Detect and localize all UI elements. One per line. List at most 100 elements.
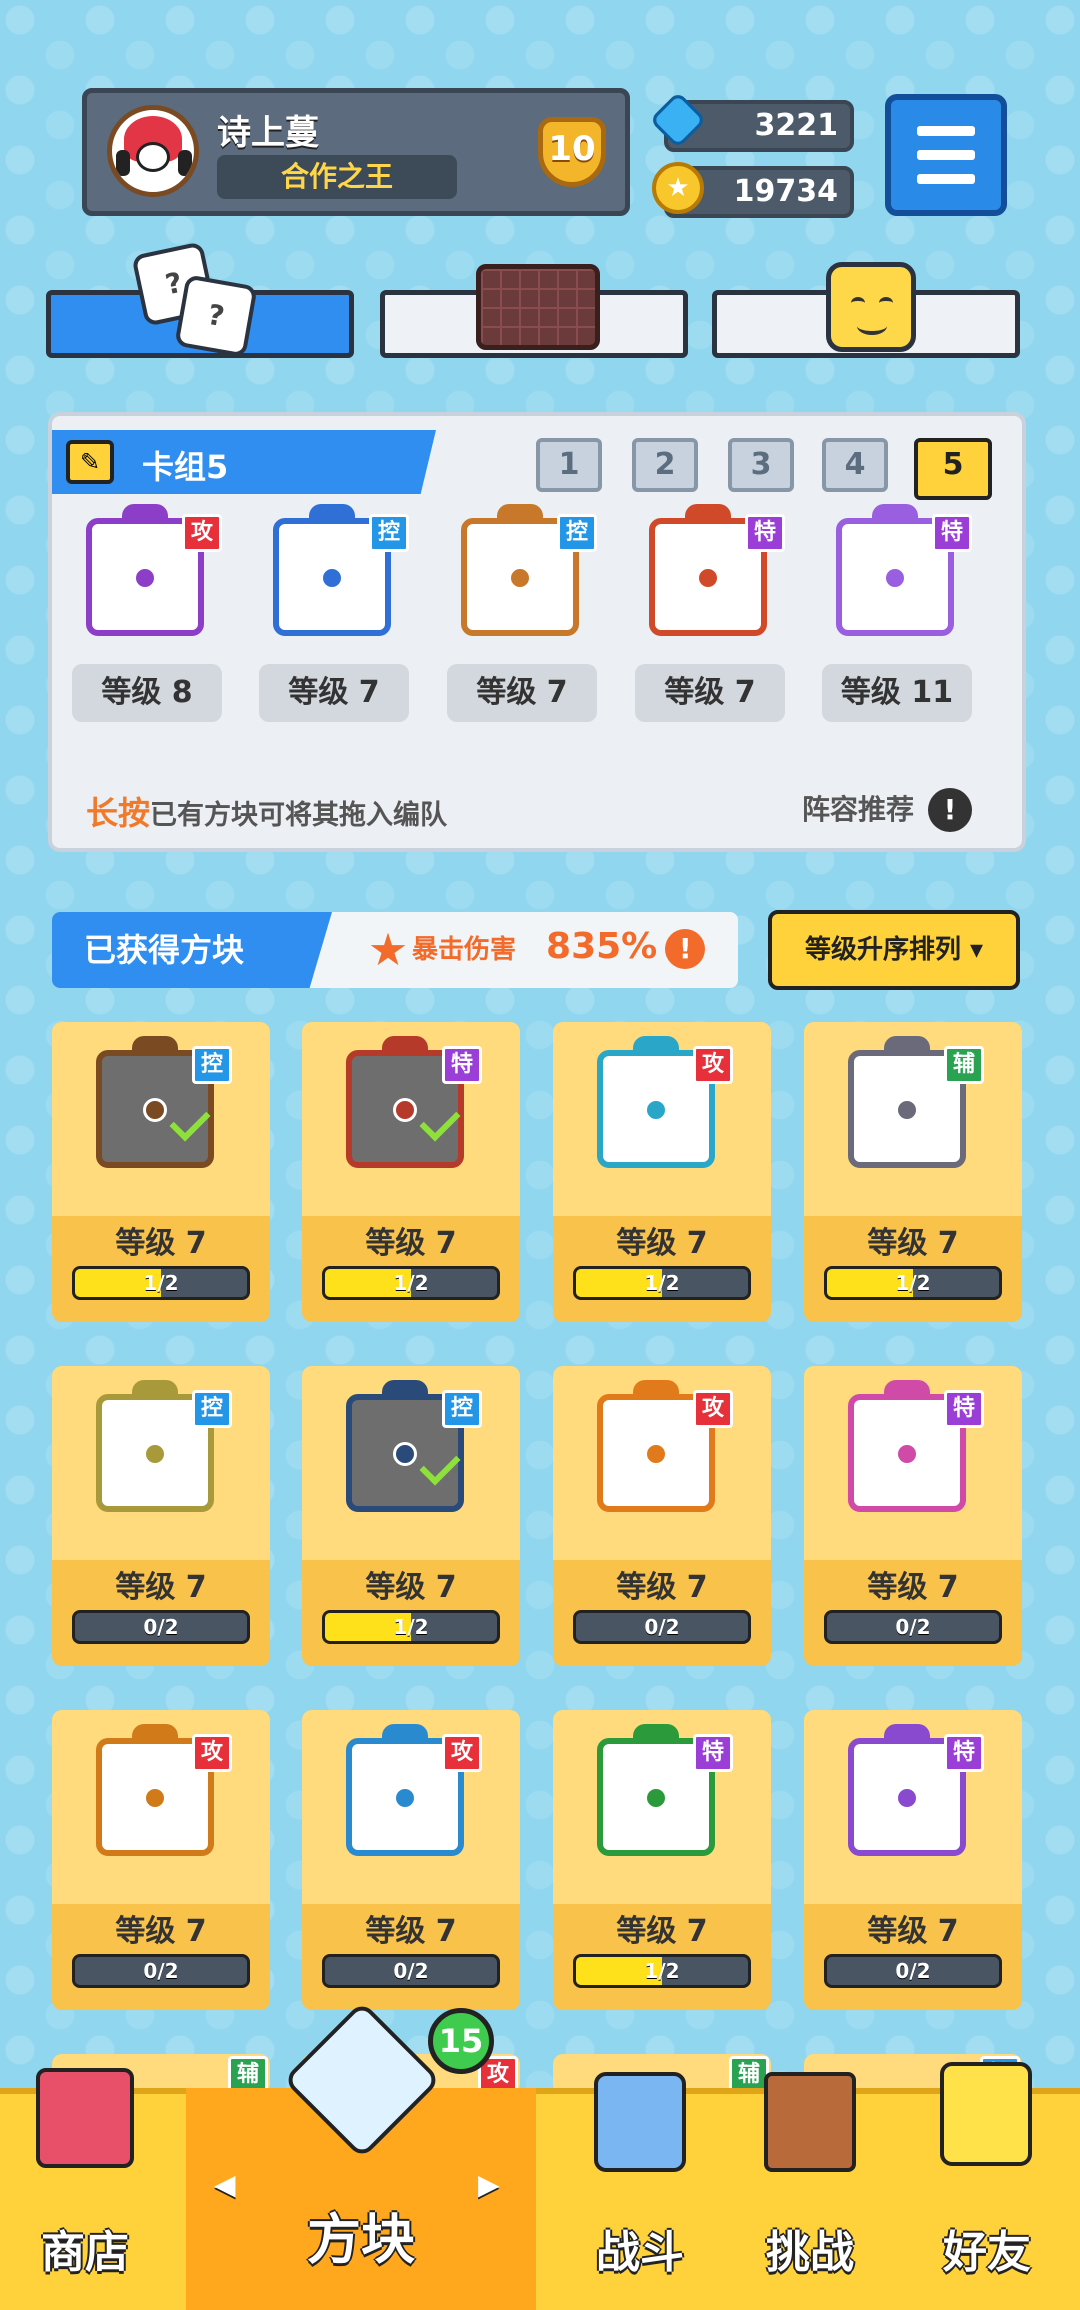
block-dot-icon (393, 1098, 417, 1122)
progress-text: 0/2 (895, 1959, 931, 1983)
block-tile: 特 (587, 1724, 733, 1864)
deck-title-banner[interactable]: ✎ 卡组5 (52, 430, 436, 494)
player-profile-panel[interactable]: 诗上蔓 合作之王 10 (82, 88, 630, 216)
progress-text: 0/2 (393, 1959, 429, 1983)
block-type-tag: 特 (745, 514, 785, 552)
block-cube-icon (282, 2000, 442, 2160)
recommend-label: 阵容推荐 (802, 793, 915, 826)
nav-blocks-label: 方块 (307, 2208, 415, 2271)
block-card[interactable]: 攻等级 7 0/2 (553, 1366, 771, 1666)
nav-shop[interactable]: 商店 (0, 2068, 170, 2304)
board-icon (476, 264, 600, 350)
block-dot-icon (320, 566, 344, 590)
block-level: 等级 7 (365, 1914, 457, 1949)
upgrade-progress-bar: 0/2 (573, 1610, 751, 1644)
nav-friends-label: 好友 (943, 2227, 1031, 2278)
blocks-badge: 15 (428, 2008, 494, 2074)
progress-text: 1/2 (393, 1271, 429, 1295)
block-dot-icon (644, 1098, 668, 1122)
block-tile: 控 (86, 1036, 232, 1176)
deck-card-4[interactable]: 特等级 7 (635, 504, 785, 722)
block-type-tag: 辅 (944, 1046, 984, 1084)
deck-number-1[interactable]: 1 (536, 438, 602, 492)
block-dot-icon (143, 1098, 167, 1122)
block-level: 等级 7 (115, 1226, 207, 1261)
block-level: 等级 7 (616, 1570, 708, 1605)
block-type-tag: 特 (944, 1734, 984, 1772)
progress-text: 1/2 (393, 1615, 429, 1639)
block-tile: 特 (838, 1380, 984, 1520)
coin-icon: ★ (652, 162, 704, 214)
block-tile: 控 (263, 504, 409, 644)
block-card[interactable]: 控等级 7 0/2 (52, 1366, 270, 1666)
deck-card-3[interactable]: 控等级 7 (447, 504, 597, 722)
upgrade-progress-bar: 0/2 (824, 1610, 1002, 1644)
crit-damage-info[interactable]: 暴击伤害 835%! (370, 926, 706, 969)
menu-button[interactable] (885, 94, 1007, 216)
block-type-tag: 控 (192, 1390, 232, 1428)
block-tile: 控 (451, 504, 597, 644)
upgrade-progress-bar: 1/2 (322, 1610, 500, 1644)
block-card[interactable]: 攻等级 7 0/2 (302, 1710, 520, 2010)
block-type-tag: 攻 (192, 1734, 232, 1772)
nav-friends[interactable]: 好友 (902, 2062, 1072, 2304)
rank-number: 10 (548, 129, 596, 169)
block-dot-icon (393, 1786, 417, 1810)
sort-dropdown[interactable]: 等级升序排列 ▾ (768, 910, 1020, 990)
crit-info-icon[interactable]: ! (665, 929, 706, 969)
deck-number-5[interactable]: 5 (914, 438, 992, 500)
deck-number-4[interactable]: 4 (822, 438, 888, 492)
block-type-tag: 特 (932, 514, 972, 552)
battle-shield-icon (594, 2072, 686, 2172)
block-card[interactable]: 辅等级 7 1/2 (804, 1022, 1022, 1322)
block-dot-icon (393, 1442, 417, 1466)
deck-card-5[interactable]: 特等级 11 (822, 504, 972, 722)
player-avatar[interactable] (107, 105, 199, 197)
nav-battle[interactable]: 战斗 (560, 2072, 720, 2304)
block-card[interactable]: 特等级 7 0/2 (804, 1366, 1022, 1666)
deck-card-1[interactable]: 攻等级 8 (72, 504, 222, 722)
block-type-tag: 攻 (693, 1390, 733, 1428)
upgrade-progress-bar: 0/2 (72, 1954, 250, 1988)
info-icon[interactable]: ! (928, 788, 973, 832)
lineup-recommend-button[interactable]: 阵容推荐! (802, 788, 973, 832)
block-tile: 特 (838, 1724, 984, 1864)
nav-challenge-label: 挑战 (766, 2227, 854, 2278)
block-card[interactable]: 攻等级 7 1/2 (553, 1022, 771, 1322)
progress-text: 0/2 (143, 1959, 179, 1983)
upgrade-progress-bar: 0/2 (72, 1610, 250, 1644)
block-level: 等级 7 (115, 1914, 207, 1949)
block-card[interactable]: 特等级 7 0/2 (804, 1710, 1022, 2010)
block-tile: 特 (826, 504, 972, 644)
deck-number-3[interactable]: 3 (728, 438, 794, 492)
upgrade-progress-bar: 1/2 (573, 1266, 751, 1300)
block-tile: 攻 (86, 1724, 232, 1864)
block-level: 等级 7 (616, 1226, 708, 1261)
progress-text: 0/2 (143, 1615, 179, 1639)
block-level: 等级 7 (867, 1914, 959, 1949)
deck-number-2[interactable]: 2 (632, 438, 698, 492)
block-type-tag: 控 (557, 514, 597, 552)
block-card[interactable]: 控等级 7 1/2 (52, 1022, 270, 1322)
block-type-tag: 特 (693, 1734, 733, 1772)
progress-text: 1/2 (644, 1271, 680, 1295)
block-card[interactable]: 控等级 7 1/2 (302, 1366, 520, 1666)
block-dot-icon (895, 1786, 919, 1810)
prev-arrow-icon[interactable]: ◀ (214, 2168, 236, 2201)
pencil-icon[interactable]: ✎ (66, 440, 114, 484)
nav-challenge[interactable]: 挑战 (730, 2072, 890, 2304)
block-level: 等级 7 (365, 1570, 457, 1605)
next-arrow-icon[interactable]: ▶ (478, 2168, 500, 2201)
upgrade-progress-bar: 1/2 (72, 1266, 250, 1300)
deck-card-2[interactable]: 控等级 7 (259, 504, 409, 722)
block-card[interactable]: 攻等级 7 0/2 (52, 1710, 270, 2010)
progress-text: 1/2 (143, 1271, 179, 1295)
block-tile: 特 (639, 504, 785, 644)
block-type-tag: 特 (944, 1390, 984, 1428)
block-card[interactable]: 特等级 7 1/2 (302, 1022, 520, 1322)
block-type-tag: 攻 (693, 1046, 733, 1084)
burst-icon (370, 932, 406, 966)
obtained-label: 已获得方块 (52, 912, 332, 988)
crit-label: 暴击伤害 (412, 935, 517, 965)
block-card[interactable]: 特等级 7 1/2 (553, 1710, 771, 2010)
